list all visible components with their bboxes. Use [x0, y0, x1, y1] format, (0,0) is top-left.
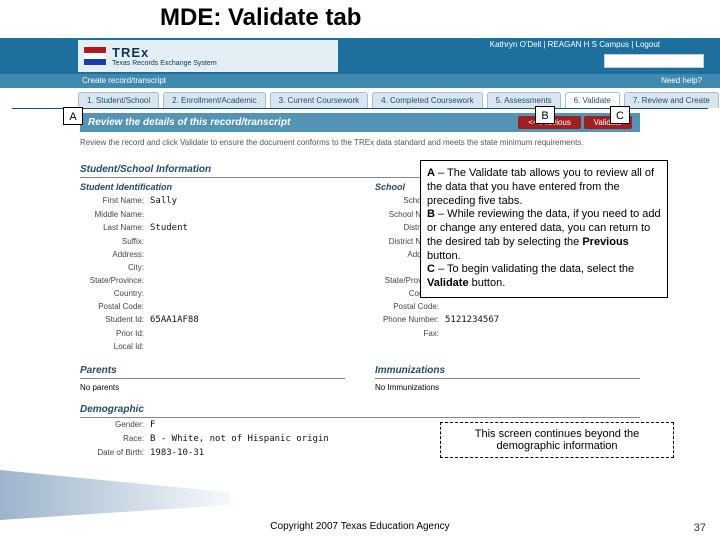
demographic-dob-label: Date of Birth:: [80, 448, 150, 458]
student-state-value: [150, 276, 345, 285]
student-middle_name-value: [150, 210, 345, 219]
student-address-label: Address:: [80, 250, 150, 259]
brand-code: TREx: [112, 45, 217, 60]
student-suffix: Suffix:: [80, 235, 345, 248]
student-local_id: Local Id:: [80, 340, 345, 353]
texas-flag-icon: [84, 47, 106, 65]
school-phone-label: Phone Number:: [375, 315, 445, 325]
demographic-fields: Gender:FRace:B - White, not of Hispanic …: [80, 418, 416, 460]
tab-1[interactable]: 2. Enrollment/Academic: [163, 92, 265, 108]
review-title: Review the details of this record/transc…: [88, 117, 290, 128]
student-state: State/Province:: [80, 274, 345, 287]
decorative-swoosh: [0, 470, 230, 520]
student-student_id-label: Student Id:: [80, 315, 150, 325]
tab-bar: 1. Student/School2. Enrollment/Academic 3…: [0, 88, 720, 108]
tab-2[interactable]: 3. Current Coursework: [270, 92, 368, 108]
slide-title: MDE: Validate tab: [0, 0, 720, 38]
tab-6[interactable]: 7. Review and Create: [624, 92, 719, 108]
demographic-race-label: Race:: [80, 434, 150, 444]
section-demographic: Demographic: [80, 402, 640, 418]
student-country-label: Country:: [80, 289, 150, 298]
school-fax: Fax:: [375, 327, 640, 340]
callout-b-bold: Previous: [582, 236, 628, 248]
student-postal: Postal Code:: [80, 300, 345, 313]
student-address: Address:: [80, 248, 345, 261]
demographic-gender-value: F: [150, 420, 416, 430]
student-state-label: State/Province:: [80, 276, 150, 285]
student-first_name-value: Sally: [150, 196, 345, 206]
search-input[interactable]: [604, 54, 704, 68]
student-middle_name: Middle Name:: [80, 208, 345, 221]
demographic-gender-label: Gender:: [80, 420, 150, 430]
student-middle_name-label: Middle Name:: [80, 210, 150, 219]
school-fax-label: Fax:: [375, 329, 445, 338]
instructions-text: Review the record and click Validate to …: [80, 132, 640, 160]
student-prior_id: Prior Id:: [80, 327, 345, 340]
callout-marker-c: C: [610, 106, 630, 124]
brand-subtitle: Texas Records Exchange System: [112, 60, 217, 67]
demographic-dob-value: 1983-10-31: [150, 448, 416, 458]
callout-marker-a: A: [63, 107, 83, 125]
school-postal: Postal Code:: [375, 300, 640, 313]
student-suffix-label: Suffix:: [80, 237, 150, 246]
page-number: 37: [694, 522, 706, 534]
student-last_name-label: Last Name:: [80, 223, 150, 233]
callout-marker-b: B: [535, 106, 555, 124]
tab-0[interactable]: 1. Student/School: [78, 92, 159, 108]
student-first_name: First Name:Sally: [80, 194, 345, 208]
callout-b-label: B: [427, 208, 435, 220]
school-fax-value: [445, 329, 640, 338]
student-city-label: City:: [80, 263, 150, 272]
student-postal-label: Postal Code:: [80, 302, 150, 311]
callout-b-tail: button.: [427, 250, 461, 262]
student-student_id-value: 65AA1AF88: [150, 315, 345, 325]
copyright-text: Copyright 2007 Texas Education Agency: [0, 521, 720, 532]
parents-value: No parents: [80, 379, 345, 396]
student-country-value: [150, 289, 345, 298]
review-bar: Review the details of this record/transc…: [80, 113, 640, 132]
callout-c-bold: Validate: [427, 277, 469, 289]
section-immunizations: Immunizations: [375, 363, 640, 379]
callout-explanation: A – The Validate tab allows you to revie…: [420, 160, 668, 298]
student-first_name-label: First Name:: [80, 196, 150, 206]
student-country: Country:: [80, 287, 345, 300]
subsection-student-id: Student Identification: [80, 178, 345, 194]
need-help-link[interactable]: Need help?: [661, 74, 702, 88]
school-phone-value: 5121234567: [445, 315, 640, 325]
student-last_name: Last Name:Student: [80, 221, 345, 235]
user-info-label: Kathryn O'Dell | REAGAN H S Campus | Log…: [490, 40, 660, 49]
student-local_id-value: [150, 342, 345, 351]
section-parents: Parents: [80, 363, 345, 379]
student-address-value: [150, 250, 345, 259]
student-local_id-label: Local Id:: [80, 342, 150, 351]
breadcrumb: Create record/transcript Need help?: [0, 74, 720, 88]
student-suffix-value: [150, 237, 345, 246]
immunizations-value: No Immunizations: [375, 379, 640, 396]
student-city: City:: [80, 261, 345, 274]
demographic-gender: Gender:F: [80, 418, 416, 432]
student-prior_id-label: Prior Id:: [80, 329, 150, 338]
callout-c-tail: button.: [469, 277, 506, 289]
student-postal-value: [150, 302, 345, 311]
tab-3[interactable]: 4. Completed Coursework: [372, 92, 482, 108]
callout-c-label: C: [427, 263, 435, 275]
school-postal-label: Postal Code:: [375, 302, 445, 311]
brand-logo: TREx Texas Records Exchange System: [78, 40, 338, 72]
student-student_id: Student Id:65AA1AF88: [80, 313, 345, 327]
school-phone: Phone Number:5121234567: [375, 313, 640, 327]
callout-a-label: A: [427, 167, 435, 179]
callout-a-body: – The Validate tab allows you to review …: [427, 167, 654, 207]
breadcrumb-text: Create record/transcript: [82, 76, 166, 85]
school-postal-value: [445, 302, 640, 311]
demographic-race: Race:B - White, not of Hispanic origin: [80, 432, 416, 446]
demographic-dob: Date of Birth:1983-10-31: [80, 446, 416, 460]
student-prior_id-value: [150, 329, 345, 338]
app-header: TREx Texas Records Exchange System Kathr…: [0, 38, 720, 74]
student-fields: First Name:SallyMiddle Name:Last Name:St…: [80, 194, 345, 353]
student-last_name-value: Student: [150, 223, 345, 233]
student-city-value: [150, 263, 345, 272]
continuation-note: This screen continues beyond the demogra…: [440, 422, 674, 458]
callout-c-body: – To begin validating the data, select t…: [435, 263, 634, 275]
demographic-race-value: B - White, not of Hispanic origin: [150, 434, 416, 444]
